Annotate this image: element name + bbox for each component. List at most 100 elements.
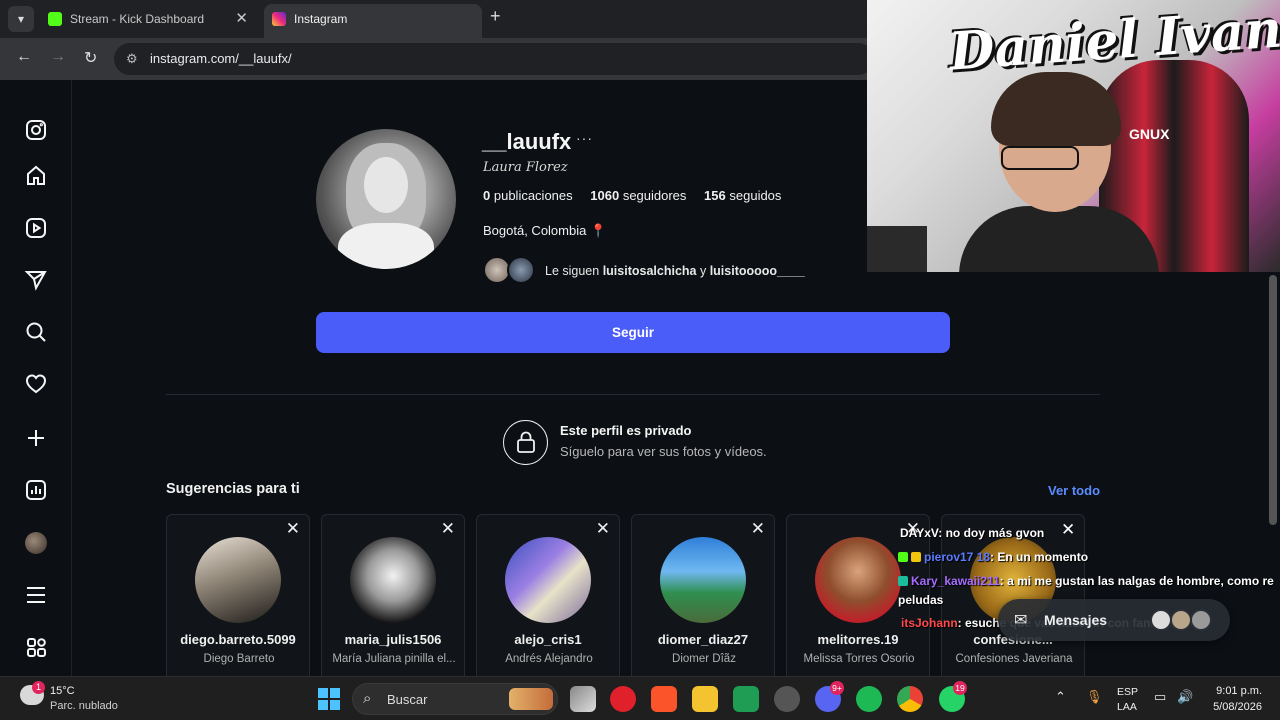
search-placeholder: Buscar xyxy=(387,692,428,707)
avatar xyxy=(1190,609,1212,631)
clock-time[interactable]: 9:01 p.m. xyxy=(1210,685,1262,697)
see-all-link[interactable]: Ver todo xyxy=(1048,483,1100,498)
reload-button[interactable]: ↻ xyxy=(84,48,97,68)
suggestion-card[interactable]: ✕ alejo_cris1 Andrés Alejandro xyxy=(476,514,620,676)
suggestion-username: maria_julis1506 xyxy=(344,632,442,647)
profile-stats: 0 publicaciones 1060 seguidores 156 segu… xyxy=(483,188,795,203)
profile-options-icon[interactable]: ··· xyxy=(576,130,593,146)
taskbar-search[interactable]: ⌕ Buscar xyxy=(352,683,558,715)
forward-button[interactable]: → xyxy=(50,48,66,66)
also-from-meta-icon[interactable] xyxy=(24,636,48,660)
chrome-icon[interactable] xyxy=(897,686,923,712)
spotify-icon[interactable] xyxy=(856,686,882,712)
instagram-logo-icon[interactable] xyxy=(24,118,48,142)
suggestion-avatar xyxy=(660,537,746,623)
suggestion-card[interactable]: ✕ diego.barreto.5099 Diego Barreto xyxy=(166,514,310,676)
chat-message: Kary_kawaii211: a mi me gustan las nalga… xyxy=(898,574,1274,588)
chat-message: DAYxV: no doy más gvon xyxy=(900,526,1045,540)
discord-badge: 9+ xyxy=(830,681,844,695)
home-icon[interactable] xyxy=(24,164,48,188)
suggestion-username: alejo_cris1 xyxy=(514,632,582,647)
windows-taskbar: 1 15°C Parc. nublado ⌕ Buscar 9+ 19 ⌃ 🎙 … xyxy=(0,676,1280,720)
suggestion-name: María Juliana pinilla el... xyxy=(332,653,456,665)
avatar xyxy=(1170,609,1192,631)
instagram-favicon-icon xyxy=(272,12,286,26)
messages-label: Mensajes xyxy=(1044,612,1108,628)
language-indicator[interactable]: ESP xyxy=(1117,686,1138,698)
file-explorer-icon[interactable] xyxy=(692,686,718,712)
url-text: instagram.com/__lauufx/ xyxy=(150,51,292,66)
back-button[interactable]: ← xyxy=(16,48,32,66)
follow-button[interactable]: Seguir xyxy=(316,312,950,353)
dismiss-icon[interactable]: ✕ xyxy=(751,519,765,539)
kick-favicon-icon xyxy=(48,12,62,26)
weather-description[interactable]: Parc. nublado xyxy=(50,700,118,712)
chair-logo-text: GNUX xyxy=(1129,126,1170,142)
tab-search-dropdown-icon[interactable]: ▾ xyxy=(8,6,34,32)
dashboard-chart-icon[interactable] xyxy=(24,478,48,502)
suggestion-card[interactable]: ✕ maria_julis1506 María Juliana pinilla … xyxy=(321,514,465,676)
avatar xyxy=(1150,609,1172,631)
search-icon: ⌕ xyxy=(363,690,372,707)
search-icon[interactable] xyxy=(24,320,48,344)
search-highlight-image xyxy=(509,688,553,710)
opera-icon[interactable] xyxy=(610,686,636,712)
show-hidden-icons-chevron-icon[interactable]: ⌃ xyxy=(1055,689,1066,705)
dismiss-icon[interactable]: ✕ xyxy=(1061,520,1075,540)
suggestion-avatar xyxy=(815,537,901,623)
close-tab-icon[interactable]: ✕ xyxy=(235,4,248,34)
profile-picture[interactable] xyxy=(316,129,456,269)
suggestion-name: Diego Barreto xyxy=(203,653,275,665)
volume-icon[interactable]: 🔊 xyxy=(1177,689,1193,705)
app-icon[interactable] xyxy=(774,686,800,712)
microphone-icon[interactable]: 🎙 xyxy=(1086,689,1103,705)
new-tab-button[interactable]: + xyxy=(490,6,501,27)
weather-badge: 1 xyxy=(32,681,45,694)
notifications-heart-icon[interactable] xyxy=(24,372,48,396)
dismiss-icon[interactable]: ✕ xyxy=(441,519,455,539)
send-icon: ✉ xyxy=(1014,612,1028,629)
suggestion-username: diomer_diaz27 xyxy=(657,632,749,647)
windows-start-icon[interactable] xyxy=(318,688,340,710)
private-account-subtitle: Síguelo para ver sus fotos y vídeos. xyxy=(560,444,767,459)
suggestion-username: melitorres.19 xyxy=(817,632,899,647)
site-settings-icon[interactable]: ⚙ xyxy=(126,43,138,75)
tab-instagram[interactable]: Instagram xyxy=(264,4,482,38)
suggestion-name: Melissa Torres Osorio xyxy=(803,653,915,665)
following-count[interactable]: 156 seguidos xyxy=(704,188,781,203)
weather-temperature[interactable]: 15°C xyxy=(50,685,75,697)
tab-label: Stream - Kick Dashboard xyxy=(70,12,205,26)
keyboard-layout[interactable]: LAA xyxy=(1117,701,1137,713)
dismiss-icon[interactable]: ✕ xyxy=(596,519,610,539)
app-icon[interactable] xyxy=(733,686,759,712)
profile-full-name: Laura Florez xyxy=(483,160,568,175)
address-bar[interactable]: ⚙ instagram.com/__lauufx/ xyxy=(114,43,874,75)
reels-icon[interactable] xyxy=(24,216,48,240)
sidebar-nav xyxy=(0,80,72,676)
brave-icon[interactable] xyxy=(651,686,677,712)
dismiss-icon[interactable]: ✕ xyxy=(286,519,300,539)
private-account-title: Este perfil es privado xyxy=(560,423,692,438)
webcam-overlay: Daniel Ivan GNUX xyxy=(867,0,1280,272)
network-icon[interactable]: ▭ xyxy=(1154,689,1166,705)
tab-kick-dashboard[interactable]: Stream - Kick Dashboard ✕ xyxy=(40,4,258,38)
create-plus-icon[interactable] xyxy=(24,426,48,450)
task-view-icon[interactable] xyxy=(570,686,596,712)
microphone xyxy=(867,226,927,272)
followers-count[interactable]: 1060 seguidores xyxy=(590,188,686,203)
profile-location: Bogotá, Colombia 📍 xyxy=(483,223,607,238)
divider xyxy=(166,394,1100,395)
clock-date[interactable]: 5/08/2026 xyxy=(1196,701,1262,713)
suggestion-username: diego.barreto.5099 xyxy=(180,632,296,647)
tab-label: Instagram xyxy=(294,12,348,26)
suggestion-card[interactable]: ✕ diomer_diaz27 Diomer Dîãz xyxy=(631,514,775,676)
messages-button[interactable]: ✉ Mensajes xyxy=(998,599,1230,641)
chat-message: pierov17 18: En un momento xyxy=(898,550,1088,564)
suggestion-avatar xyxy=(195,537,281,623)
more-menu-icon[interactable] xyxy=(24,583,48,607)
suggestion-avatar xyxy=(350,537,436,623)
direct-messages-icon[interactable] xyxy=(24,268,48,292)
streamer-hair xyxy=(991,72,1121,146)
profile-avatar[interactable] xyxy=(25,532,47,554)
posts-count: 0 publicaciones xyxy=(483,188,573,203)
